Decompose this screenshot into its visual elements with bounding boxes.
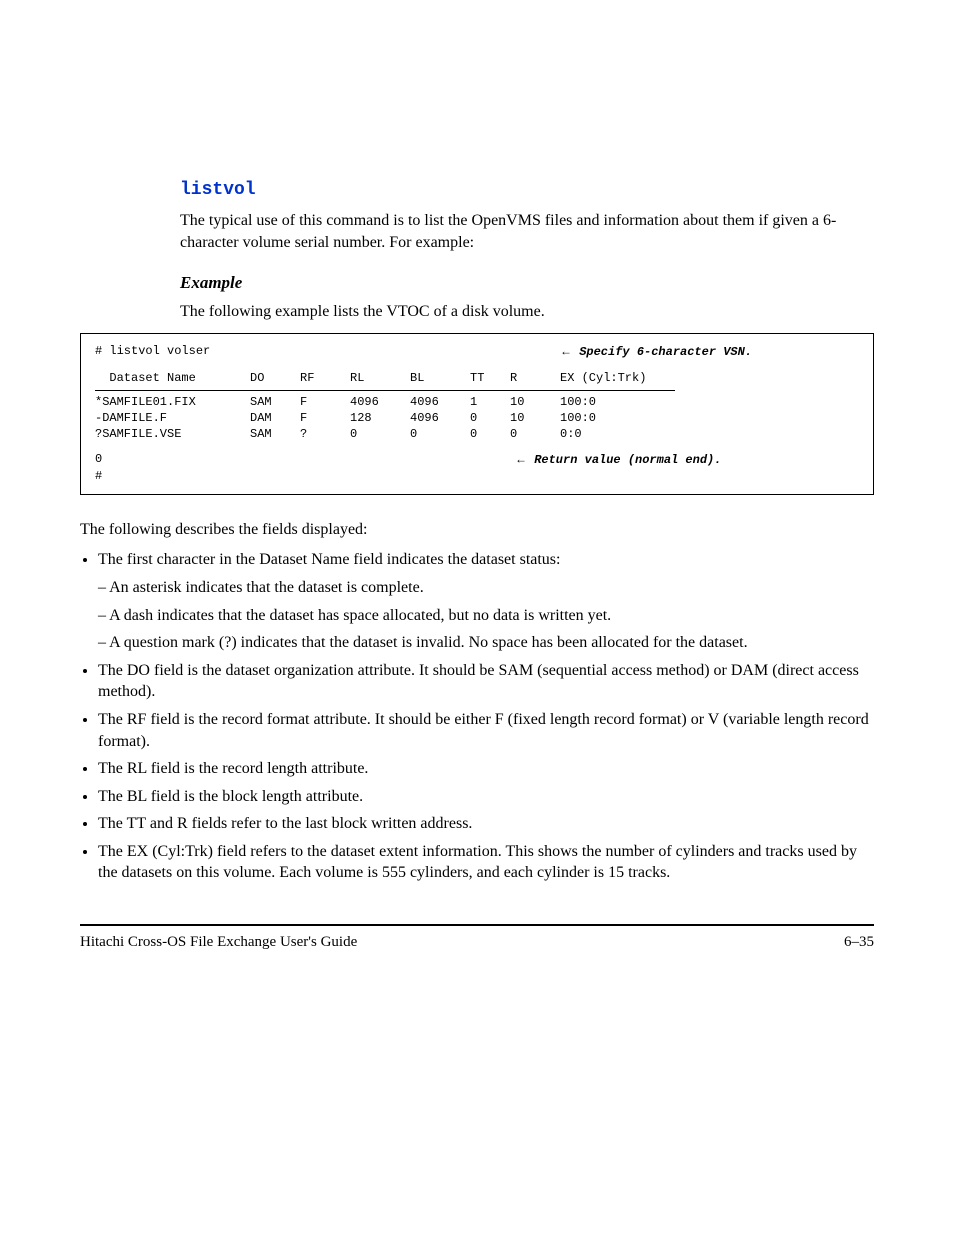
intro-paragraph: The typical use of this command is to li… xyxy=(180,210,874,253)
table-row: *SAMFILE01.FIX SAM F 4096 4096 1 10 100:… xyxy=(95,395,859,411)
example-subhead: Example xyxy=(180,273,874,293)
table-rule xyxy=(95,390,675,391)
footer-title: Hitachi Cross-OS File Exchange User's Gu… xyxy=(80,934,357,951)
command-note: Specify 6-character VSN. xyxy=(579,345,752,359)
code-example-box: # listvol volser ← Specify 6-character V… xyxy=(80,333,874,495)
table-row: ?SAMFILE.VSE SAM ? 0 0 0 0 0:0 xyxy=(95,427,859,443)
field-explanation-list: The first character in the Dataset Name … xyxy=(80,549,874,884)
left-arrow-icon: ← xyxy=(560,344,572,358)
list-item: The EX (Cyl:Trk) field refers to the dat… xyxy=(98,841,874,884)
list-item: The TT and R fields refer to the last bl… xyxy=(98,813,874,835)
sub-item: – A dash indicates that the dataset has … xyxy=(98,605,874,627)
prompt: # xyxy=(95,344,109,358)
return-note: Return value (normal end). xyxy=(534,453,721,467)
footer-rule xyxy=(80,924,874,926)
command-heading: listvol xyxy=(180,180,874,200)
sub-item: – An asterisk indicates that the dataset… xyxy=(98,577,874,599)
list-item: The BL field is the block length attribu… xyxy=(98,786,874,808)
table-row: -DAMFILE.F DAM F 128 4096 0 10 100:0 xyxy=(95,411,859,427)
list-item: The DO field is the dataset organization… xyxy=(98,660,874,703)
page-number: 6–35 xyxy=(844,934,874,951)
explanation-lead: The following describes the fields displ… xyxy=(80,521,874,539)
list-item: The first character in the Dataset Name … xyxy=(98,549,874,653)
list-item: The RF field is the record format attrib… xyxy=(98,709,874,752)
left-arrow-icon: ← xyxy=(515,452,527,466)
sub-item: – A question mark (?) indicates that the… xyxy=(98,632,874,654)
command-text: listvol volser xyxy=(109,344,210,358)
final-prompt: # xyxy=(95,469,859,485)
example-description: The following example lists the VTOC of … xyxy=(180,303,874,321)
table-header-row: Dataset Name DO RF RL BL TT R EX (Cyl:Tr… xyxy=(95,371,859,387)
list-item: The RL field is the record length attrib… xyxy=(98,758,874,780)
return-value: 0 xyxy=(95,452,102,466)
